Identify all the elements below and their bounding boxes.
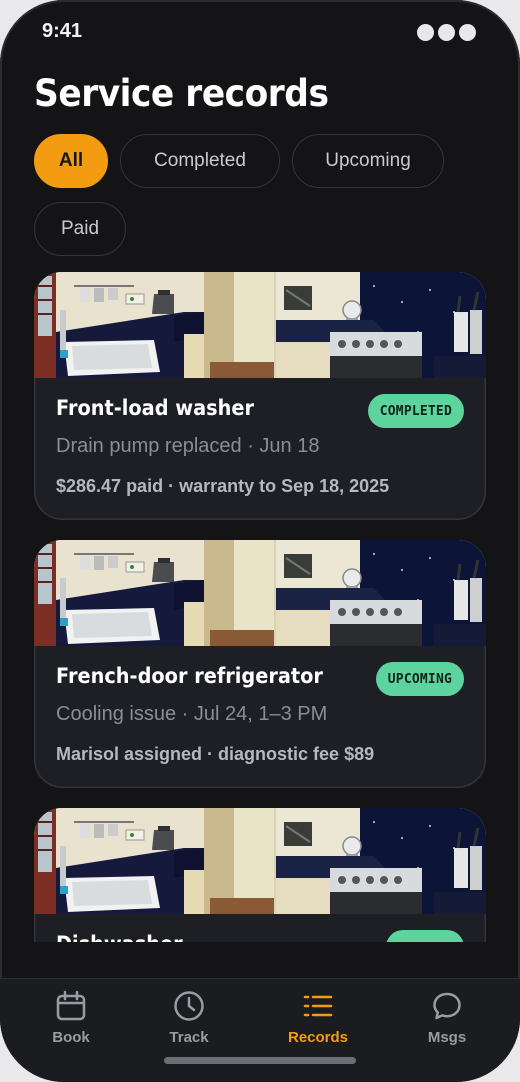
kitchen-photo [34, 272, 486, 378]
record-title: Front-load washer [56, 396, 255, 420]
record-title: French-door refrigerator [56, 664, 323, 688]
tab-records[interactable]: Records [263, 979, 373, 1059]
status-badge [386, 930, 464, 942]
tab-label: Book [52, 1029, 90, 1046]
status-bar: 9:41 [0, 0, 520, 64]
filter-chip-all[interactable]: All [34, 134, 108, 188]
record-meta: Marisol assigned · diagnostic fee $89 [56, 744, 375, 764]
clock-icon [174, 991, 204, 1021]
record-card-refrigerator[interactable]: French-door refrigerator UPCOMING Coolin… [34, 540, 486, 788]
tab-book[interactable]: Book [16, 979, 126, 1059]
record-card-dishwasher[interactable]: Dishwasher [34, 808, 486, 942]
record-subtitle: Drain pump replaced · Jun 18 [56, 435, 320, 457]
tab-label: Track [169, 1029, 209, 1046]
filter-chip-paid[interactable]: Paid [34, 202, 126, 256]
tab-label: Msgs [427, 1029, 467, 1046]
tab-bar: Book Track Records Msgs [0, 978, 520, 1082]
records-list[interactable]: Front-load washer COMPLETED Drain pump r… [0, 272, 520, 942]
page-title: Service records [34, 72, 329, 115]
filter-chip-upcoming[interactable]: Upcoming [292, 134, 444, 188]
chat-bubble-icon [433, 992, 461, 1020]
list-icon [303, 995, 333, 1017]
tab-msgs[interactable]: Msgs [392, 979, 502, 1059]
record-subtitle: Cooling issue · Jul 24, 1–3 PM [56, 703, 328, 725]
record-title: Dishwasher [56, 932, 183, 942]
more-options-icon[interactable] [417, 24, 476, 41]
tab-label: Records [287, 1029, 349, 1046]
status-badge: COMPLETED [367, 394, 464, 428]
home-indicator [164, 1057, 356, 1064]
record-meta: $286.47 paid · warranty to Sep 18, 2025 [56, 476, 390, 496]
phone-screen: 9:41 Service records All Completed Upcom… [0, 0, 520, 1082]
kitchen-photo [34, 540, 486, 646]
status-badge: UPCOMING [375, 662, 464, 696]
calendar-icon [56, 990, 86, 1021]
record-card-washer[interactable]: Front-load washer COMPLETED Drain pump r… [34, 272, 486, 520]
filter-chip-completed[interactable]: Completed [120, 134, 280, 188]
status-time: 9:41 [42, 20, 83, 42]
tab-track[interactable]: Track [134, 979, 244, 1059]
kitchen-photo [34, 808, 486, 914]
